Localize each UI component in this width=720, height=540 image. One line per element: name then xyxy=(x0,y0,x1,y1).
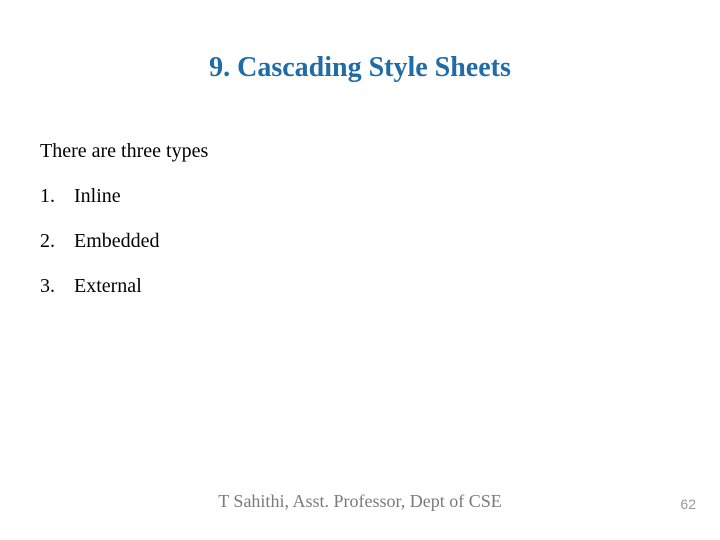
list-item: 1. Inline xyxy=(40,185,680,208)
list-number: 3. xyxy=(40,275,74,298)
list-item: 2. Embedded xyxy=(40,230,680,253)
page-number: 62 xyxy=(680,496,696,512)
list-label: Inline xyxy=(74,185,680,208)
list-label: Embedded xyxy=(74,230,680,253)
footer-role: Asst. Professor, Dept of CSE xyxy=(292,491,501,511)
footer-name: T Sahithi, xyxy=(218,491,292,511)
list-label: External xyxy=(74,275,680,298)
page-title: 9. Cascading Style Sheets xyxy=(0,52,720,84)
slide-body: There are three types 1. Inline 2. Embed… xyxy=(40,140,680,320)
list-number: 2. xyxy=(40,230,74,253)
footer-credit: T Sahithi, Asst. Professor, Dept of CSE xyxy=(0,491,720,512)
intro-text: There are three types xyxy=(40,140,680,163)
slide: 9. Cascading Style Sheets There are thre… xyxy=(0,0,720,540)
list-number: 1. xyxy=(40,185,74,208)
list-item: 3. External xyxy=(40,275,680,298)
